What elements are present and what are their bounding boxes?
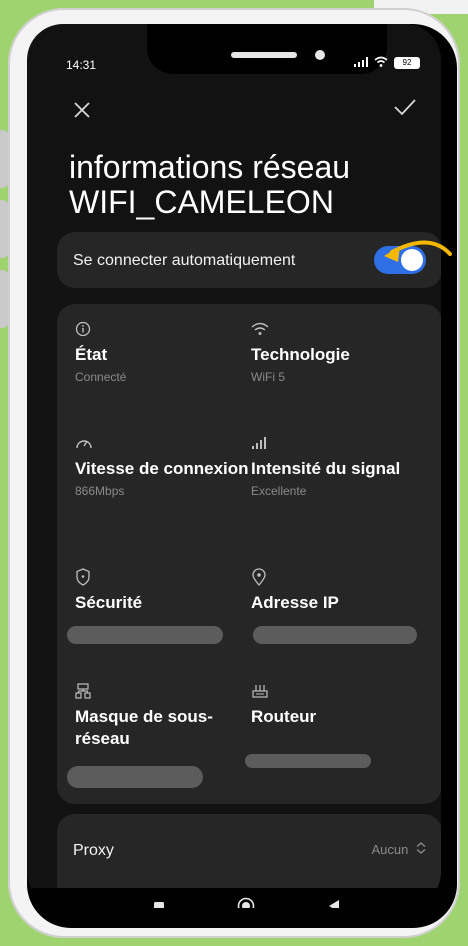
info-cell-ip: Adresse IP bbox=[251, 566, 431, 618]
phone-screen: 14:31 92 informations réseau WIFI_CAMELE… bbox=[27, 24, 441, 908]
redacted-router-value bbox=[245, 754, 371, 768]
page-title-line1: informations réseau bbox=[69, 149, 351, 185]
info-cell-state: État Connecté bbox=[75, 318, 255, 384]
speed-icon bbox=[75, 432, 255, 454]
info-label: État bbox=[75, 345, 108, 364]
redacted-security-value bbox=[67, 626, 223, 644]
info-value: WiFi 5 bbox=[251, 370, 285, 384]
yellow-arrow-annotation bbox=[384, 240, 452, 262]
status-icons: 92 bbox=[354, 56, 420, 70]
auto-connect-label: Se connecter automatiquement bbox=[73, 252, 296, 269]
page-title: informations réseau WIFI_CAMELEON bbox=[69, 150, 429, 220]
front-camera bbox=[315, 50, 325, 60]
recents-button[interactable] bbox=[153, 900, 165, 908]
info-value: Connecté bbox=[75, 370, 127, 384]
info-cell-speed: Vitesse de connexion 866Mbps bbox=[75, 432, 255, 498]
proxy-label: Proxy bbox=[73, 842, 114, 859]
info-label: Vitesse de connexion bbox=[75, 459, 249, 478]
info-cell-signal: Intensité du signal Excellente bbox=[251, 432, 431, 498]
signal-bars-icon bbox=[354, 56, 368, 70]
proxy-select[interactable]: Aucun bbox=[372, 842, 427, 857]
info-cell-security: Sécurité bbox=[75, 566, 255, 618]
close-icon bbox=[74, 102, 90, 118]
back-button[interactable] bbox=[328, 899, 340, 908]
info-cell-technology: Technologie WiFi 5 bbox=[251, 318, 431, 384]
wifi-status-icon bbox=[374, 56, 388, 70]
info-label: Technologie bbox=[251, 345, 350, 364]
back-triangle-icon bbox=[329, 900, 339, 908]
info-cell-router: Routeur bbox=[251, 680, 431, 732]
speaker-grille bbox=[231, 52, 297, 58]
info-label: Masque de sous-réseau bbox=[75, 707, 213, 748]
camera-notch bbox=[147, 24, 387, 74]
signal-icon bbox=[251, 432, 431, 454]
square-icon bbox=[154, 902, 164, 908]
phone-frame: 14:31 92 informations réseau WIFI_CAMELE… bbox=[8, 8, 460, 938]
router-icon bbox=[251, 680, 431, 702]
battery-icon: 92 bbox=[394, 57, 420, 69]
info-label: Routeur bbox=[251, 707, 317, 726]
status-time: 14:31 bbox=[66, 58, 97, 72]
info-label: Sécurité bbox=[75, 593, 143, 612]
wifi-icon bbox=[251, 318, 431, 340]
network-icon bbox=[75, 680, 255, 702]
system-nav-bar bbox=[27, 888, 441, 908]
page-title-line2: WIFI_CAMELEON bbox=[69, 184, 334, 220]
proxy-value: Aucun bbox=[371, 842, 409, 857]
redacted-ip-value bbox=[253, 626, 417, 644]
location-icon bbox=[251, 566, 431, 588]
info-cell-subnet: Masque de sous-réseau bbox=[75, 680, 255, 754]
info-value: 866Mbps bbox=[75, 484, 125, 498]
info-icon bbox=[75, 318, 255, 340]
network-info-card: État Connecté Technologie WiFi 5 Vitesse… bbox=[57, 304, 441, 804]
close-button[interactable] bbox=[73, 97, 91, 123]
home-button[interactable] bbox=[237, 897, 255, 908]
shield-icon bbox=[75, 566, 255, 588]
redacted-subnet-value bbox=[67, 766, 203, 788]
chevron-updown-icon bbox=[416, 842, 426, 857]
info-value: Excellente bbox=[251, 484, 307, 498]
circle-icon bbox=[237, 897, 255, 908]
info-label: Adresse IP bbox=[251, 593, 339, 612]
check-icon bbox=[394, 99, 416, 116]
info-label: Intensité du signal bbox=[251, 459, 401, 478]
confirm-button[interactable] bbox=[393, 95, 417, 121]
